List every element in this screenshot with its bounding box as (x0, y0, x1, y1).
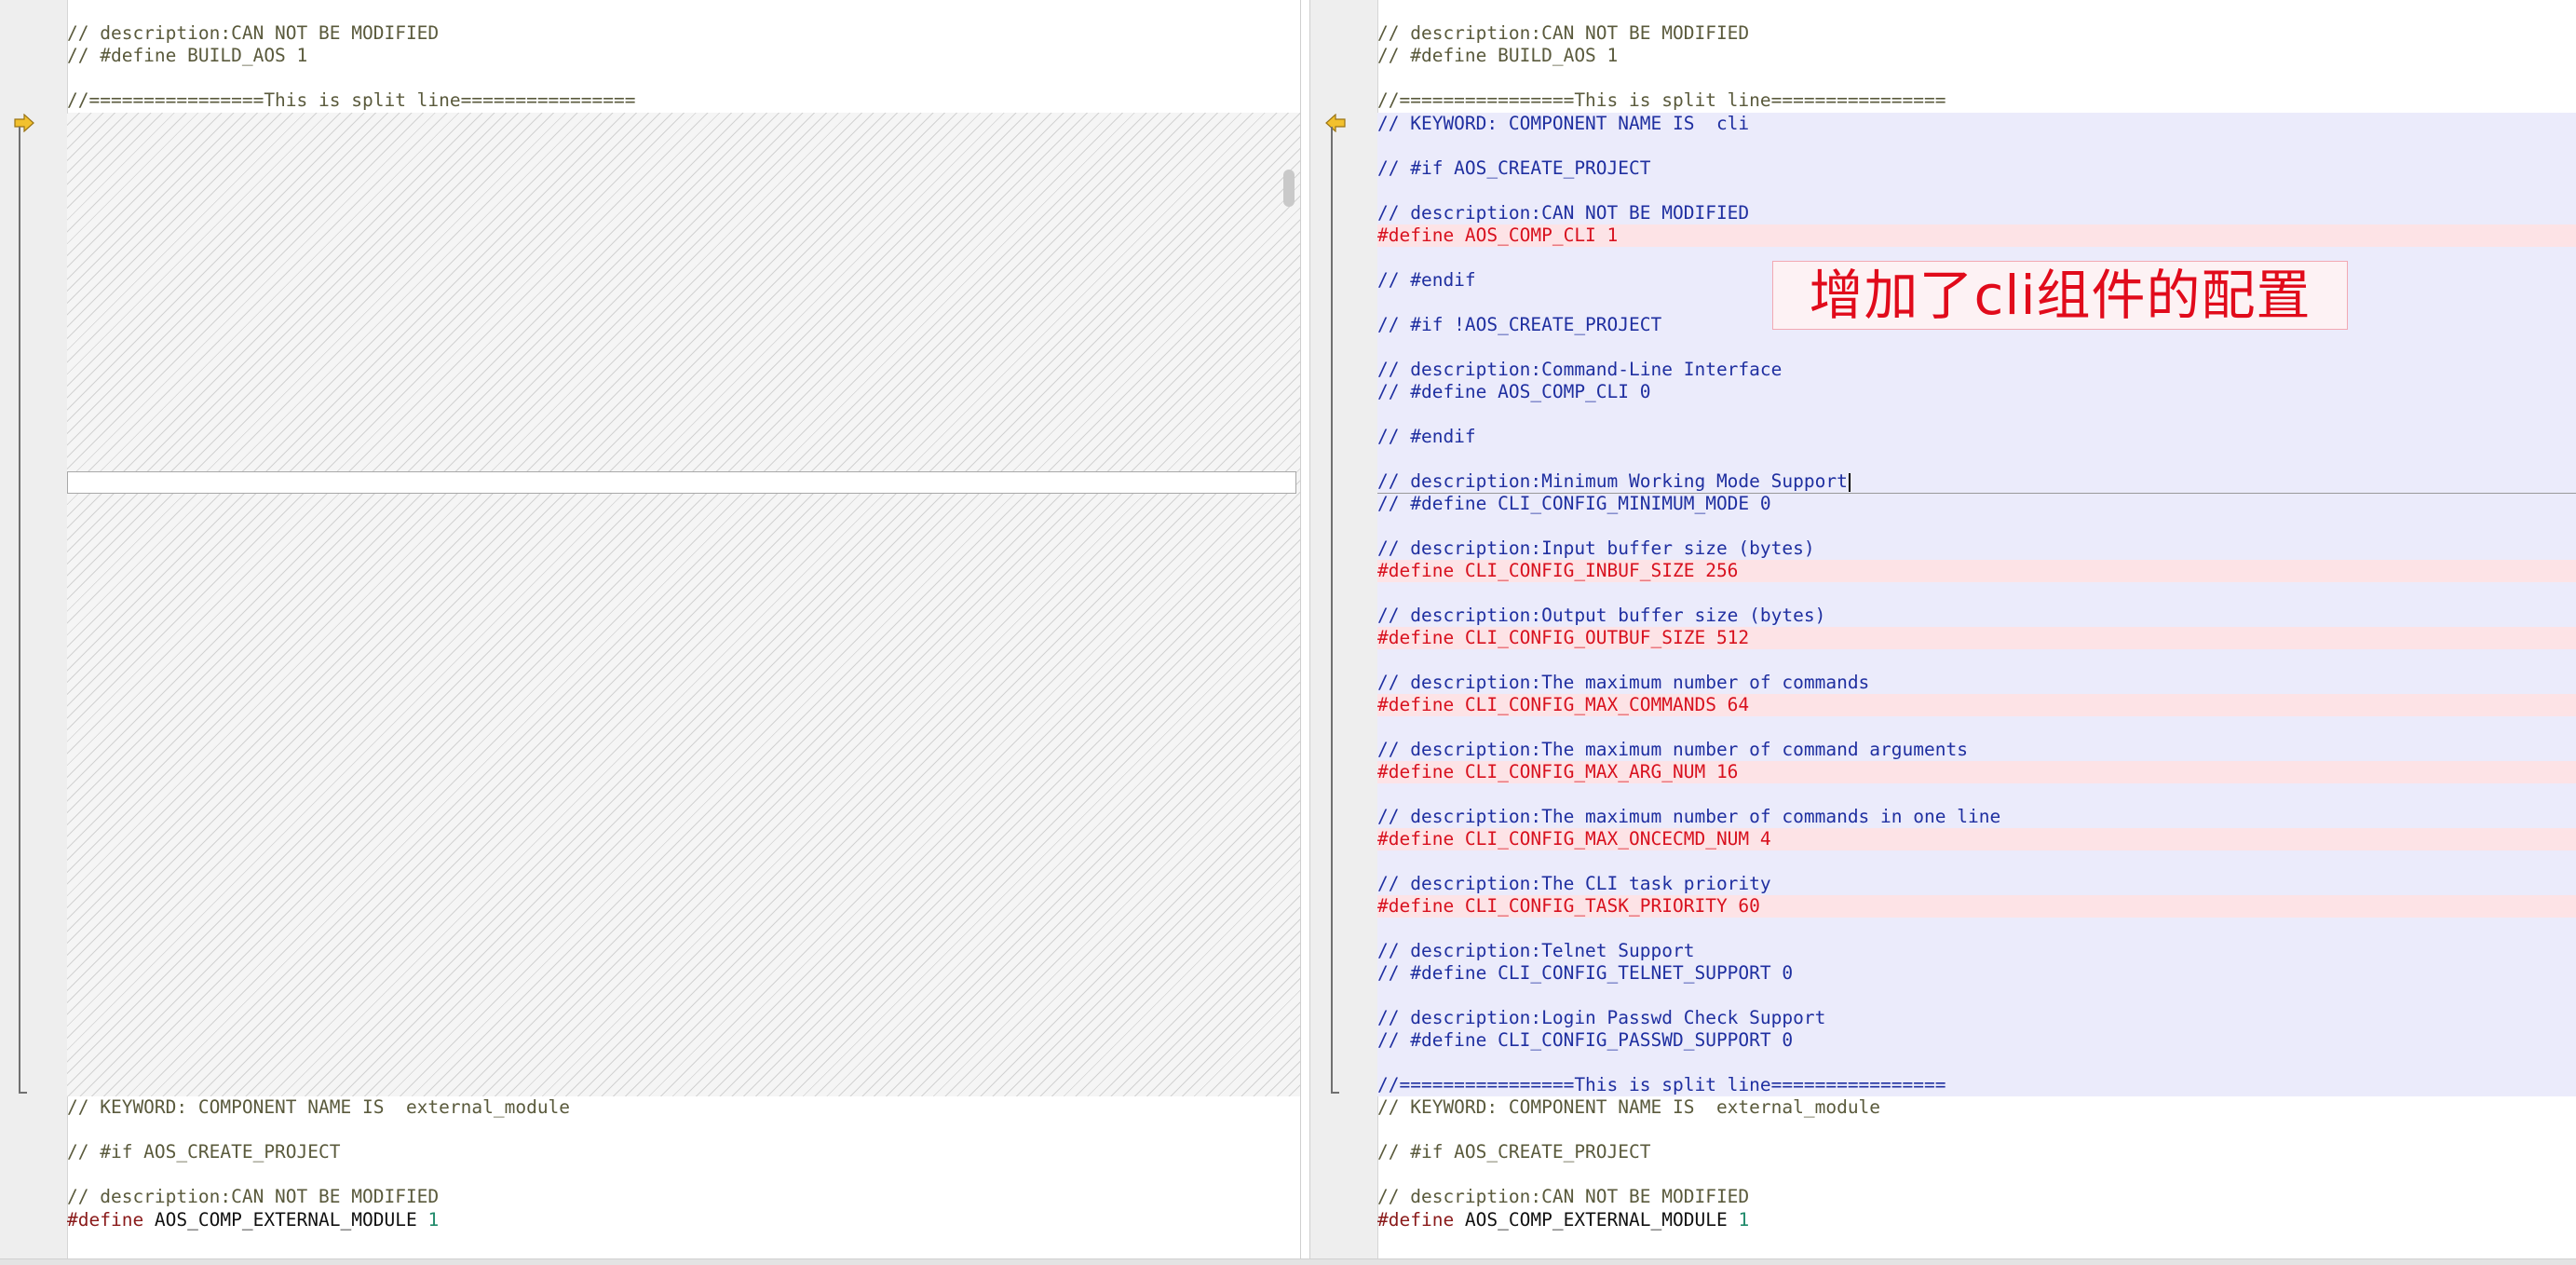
code-line[interactable]: #define AOS_COMP_EXTERNAL_MODULE 1 (1377, 1209, 2576, 1231)
deleted-region-placeholder (67, 113, 1300, 1096)
code-line[interactable]: // #define BUILD_AOS 1 (1377, 45, 2576, 67)
code-line[interactable]: // description:Input buffer size (bytes) (1377, 537, 2576, 560)
code-line[interactable]: // #endif (1377, 426, 2576, 448)
code-line[interactable]: // description:The maximum number of com… (1377, 806, 2576, 828)
define-value: 1 (427, 1208, 440, 1231)
text-caret (1848, 472, 1851, 492)
code-line[interactable]: // #define CLI_CONFIG_MINIMUM_MODE 0 (1377, 493, 2576, 515)
change-range-bracket (19, 127, 27, 1094)
code-line[interactable]: // #if AOS_CREATE_PROJECT (1377, 157, 2576, 180)
define-name: AOS_COMP_EXTERNAL_MODULE (1454, 1208, 1739, 1231)
code-line[interactable]: // description:CAN NOT BE MODIFIED (1377, 202, 2576, 224)
define-value: 1 (1738, 1208, 1750, 1231)
code-line[interactable]: #define AOS_COMP_EXTERNAL_MODULE 1 (67, 1209, 1300, 1231)
code-line[interactable]: // description:Minimum Working Mode Supp… (1377, 470, 2576, 493)
code-line[interactable]: // KEYWORD: COMPONENT NAME IS cli (1377, 113, 2576, 135)
code-line[interactable]: //================This is split line====… (1377, 89, 2576, 112)
left-code-area[interactable]: // description:CAN NOT BE MODIFIED// #de… (67, 0, 1300, 1265)
code-line[interactable]: // description:Output buffer size (bytes… (1377, 605, 2576, 627)
code-line[interactable]: #define CLI_CONFIG_INBUF_SIZE 256 (1377, 560, 2576, 582)
code-line[interactable]: // description:CAN NOT BE MODIFIED (1377, 22, 2576, 45)
change-range-bracket (1331, 127, 1339, 1094)
right-diff-pane[interactable]: // description:CAN NOT BE MODIFIED// #de… (1309, 0, 2576, 1265)
code-line[interactable]: // description:CAN NOT BE MODIFIED (67, 22, 1300, 45)
annotation-label: 增加了cli组件的配置 (1772, 261, 2348, 330)
code-line[interactable]: // KEYWORD: COMPONENT NAME IS external_m… (67, 1096, 1300, 1119)
code-line[interactable]: // description:CAN NOT BE MODIFIED (67, 1186, 1300, 1208)
code-line[interactable]: // #define AOS_COMP_CLI 0 (1377, 381, 2576, 403)
right-gutter (1310, 0, 1378, 1265)
define-keyword: #define (67, 1208, 144, 1231)
code-line[interactable]: //================This is split line====… (1377, 1074, 2576, 1096)
code-line[interactable]: // description:The maximum number of com… (1377, 739, 2576, 761)
right-code-area[interactable]: // description:CAN NOT BE MODIFIED// #de… (1377, 0, 2576, 1265)
code-line[interactable]: #define CLI_CONFIG_MAX_ONCECMD_NUM 4 (1377, 828, 2576, 850)
vertical-scrollbar[interactable] (1283, 170, 1295, 207)
status-bar (0, 1258, 2576, 1265)
code-line[interactable]: // description:CAN NOT BE MODIFIED (1377, 1186, 2576, 1208)
left-diff-pane[interactable]: // description:CAN NOT BE MODIFIED// #de… (0, 0, 1301, 1265)
code-line[interactable]: #define CLI_CONFIG_TASK_PRIORITY 60 (1377, 895, 2576, 918)
left-gutter (0, 0, 68, 1265)
code-line[interactable]: #define CLI_CONFIG_MAX_COMMANDS 64 (1377, 694, 2576, 716)
define-name: AOS_COMP_EXTERNAL_MODULE (143, 1208, 428, 1231)
code-line[interactable]: // description:Login Passwd Check Suppor… (1377, 1007, 2576, 1029)
code-line[interactable]: // #if AOS_CREATE_PROJECT (1377, 1141, 2576, 1163)
code-line[interactable]: #define CLI_CONFIG_OUTBUF_SIZE 512 (1377, 627, 2576, 649)
code-line[interactable]: // description:The CLI task priority (1377, 873, 2576, 895)
code-line[interactable]: // KEYWORD: COMPONENT NAME IS external_m… (1377, 1096, 2576, 1119)
code-line[interactable]: // #define CLI_CONFIG_TELNET_SUPPORT 0 (1377, 962, 2576, 985)
code-line[interactable]: // description:Telnet Support (1377, 940, 2576, 962)
code-line[interactable]: #define CLI_CONFIG_MAX_ARG_NUM 16 (1377, 761, 2576, 783)
code-line[interactable]: // #define BUILD_AOS 1 (67, 45, 1300, 67)
code-line[interactable]: #define AOS_COMP_CLI 1 (1377, 224, 2576, 247)
code-line[interactable]: // #if AOS_CREATE_PROJECT (67, 1141, 1300, 1163)
code-line[interactable]: // #define CLI_CONFIG_PASSWD_SUPPORT 0 (1377, 1029, 2576, 1052)
code-line[interactable]: // description:Command-Line Interface (1377, 359, 2576, 381)
code-line[interactable]: //================This is split line====… (67, 89, 1300, 112)
code-line[interactable]: // description:The maximum number of com… (1377, 672, 2576, 694)
cursor-line-placeholder (67, 471, 1296, 494)
define-keyword: #define (1377, 1208, 1455, 1231)
